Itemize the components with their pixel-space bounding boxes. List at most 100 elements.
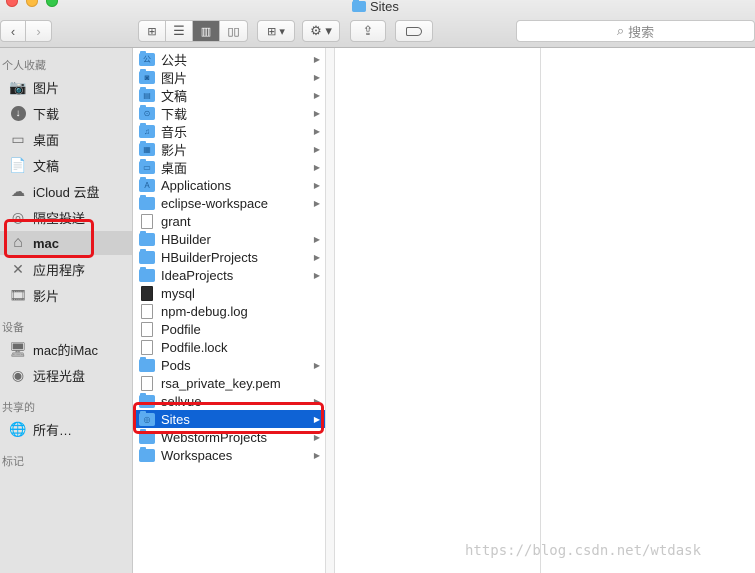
disclosure-arrow-icon: ▶ <box>313 108 320 118</box>
sidebar-item-remote-disc[interactable]: ◉ 远程光盘 <box>0 363 132 387</box>
list-item[interactable]: A Applications ▶ <box>133 176 325 194</box>
list-item[interactable]: Podfile.lock <box>133 338 325 356</box>
list-item-label: HBuilderProjects <box>161 249 258 265</box>
sidebar-item-label: 文稿 <box>33 158 60 174</box>
list-item-label: rsa_private_key.pem <box>161 375 281 391</box>
list-item[interactable]: Pods ▶ <box>133 356 325 374</box>
list-item[interactable]: grant <box>133 212 325 230</box>
folder-icon: ▦ <box>139 140 155 156</box>
folder-badge-icon: ▦ <box>143 144 151 154</box>
sidebar-item-desktop[interactable]: ▭ 桌面 <box>0 127 132 151</box>
forward-button[interactable]: › <box>26 21 51 41</box>
list-item[interactable]: mysql <box>133 284 325 302</box>
icon-view-button[interactable]: ⊞ <box>139 21 166 41</box>
list-item[interactable]: Workspaces ▶ <box>133 446 325 464</box>
disc-icon: ◉ <box>11 366 25 383</box>
list-item-label: Pods <box>161 357 191 373</box>
annotation-highlight-mac <box>4 219 94 258</box>
list-item-label: 文稿 <box>161 88 188 104</box>
sidebar-item-label: 应用程序 <box>33 262 86 278</box>
action-button[interactable]: ⚙ ▾ <box>302 20 340 42</box>
sidebar-item-applications[interactable]: ✕ 应用程序 <box>0 257 132 281</box>
film-icon: 🎞 <box>9 286 27 303</box>
folder-icon: ▭ <box>139 158 155 174</box>
nav-buttons: ‹ › <box>0 20 52 42</box>
sidebar-item-imac[interactable]: 🖥 mac的iMac <box>0 337 132 361</box>
folder-icon <box>139 194 155 210</box>
back-button[interactable]: ‹ <box>1 21 27 41</box>
disclosure-arrow-icon: ▶ <box>313 360 320 370</box>
list-item[interactable]: eclipse-workspace ▶ <box>133 194 325 212</box>
list-item-label: 桌面 <box>161 160 188 176</box>
list-item[interactable]: ▤ 文稿 ▶ <box>133 86 325 104</box>
search-icon: ⌕ <box>616 23 625 38</box>
list-item-label: 音乐 <box>161 124 188 140</box>
list-item-label: npm-debug.log <box>161 303 248 319</box>
file-icon <box>141 375 153 391</box>
search-placeholder: 搜索 <box>628 24 655 40</box>
sidebar-item-icloud[interactable]: ☁ iCloud 云盘 <box>0 179 132 203</box>
annotation-highlight-sites <box>133 402 324 434</box>
list-item[interactable]: ▭ 桌面 ▶ <box>133 158 325 176</box>
icon-view-icon: ⊞ <box>147 25 157 38</box>
sidebar-item-pictures[interactable]: 📷 图片 <box>0 75 132 99</box>
folder-icon: ⊙ <box>139 104 155 120</box>
list-item[interactable]: IdeaProjects ▶ <box>133 266 325 284</box>
sidebar-item-all-shared[interactable]: 🌐 所有… <box>0 417 132 441</box>
coverflow-view-button[interactable]: ▯▯ <box>220 21 247 41</box>
list-item[interactable]: Podfile <box>133 320 325 338</box>
chevron-left-icon: ‹ <box>10 23 16 39</box>
share-button[interactable]: ⇪ <box>350 20 386 42</box>
search-field[interactable]: ⌕ 搜索 <box>516 20 755 42</box>
folder-icon <box>139 230 155 246</box>
tag-icon <box>406 26 422 36</box>
list-item[interactable]: ◙ 图片 ▶ <box>133 68 325 86</box>
disclosure-arrow-icon: ▶ <box>313 450 320 460</box>
list-item[interactable]: npm-debug.log <box>133 302 325 320</box>
tag-button[interactable] <box>395 20 433 42</box>
cloud-icon: ☁ <box>11 182 25 199</box>
list-item[interactable]: ⊙ 下载 ▶ <box>133 104 325 122</box>
sidebar-item-downloads[interactable]: ↓ 下载 <box>0 101 132 125</box>
list-item[interactable]: rsa_private_key.pem <box>133 374 325 392</box>
list-item-label: mysql <box>161 285 195 301</box>
group-button[interactable]: ⊞ ▾ <box>257 20 295 42</box>
desktop-icon: ▭ <box>11 130 25 147</box>
folder-icon <box>139 248 155 264</box>
column-view-icon: ▥ <box>200 25 212 38</box>
view-mode-segmented: ⊞ ☰ ▥ ▯▯ <box>138 20 248 42</box>
browser-column-empty <box>541 48 755 573</box>
traffic-lights <box>0 0 60 12</box>
sidebar-item-label: 所有… <box>33 422 73 438</box>
list-item-label: Podfile <box>161 321 201 337</box>
gear-icon: ⚙ ▾ <box>310 23 332 38</box>
download-icon: ↓ <box>9 105 27 121</box>
sidebar-item-label: 下载 <box>33 106 60 122</box>
sidebar-section-shared: 共享的 <box>2 402 35 414</box>
list-view-icon: ☰ <box>173 23 185 38</box>
sidebar-item-label: 影片 <box>33 288 60 304</box>
list-item[interactable]: ▦ 影片 ▶ <box>133 140 325 158</box>
sidebar-section-tags: 标记 <box>2 456 24 468</box>
share-icon: ⇪ <box>362 23 374 38</box>
list-item[interactable]: ♫ 音乐 ▶ <box>133 122 325 140</box>
list-item-label: eclipse-workspace <box>161 195 268 211</box>
minimize-button[interactable] <box>26 0 38 7</box>
list-item[interactable]: 公公共 ▶ <box>133 50 325 68</box>
list-item[interactable]: HBuilder ▶ <box>133 230 325 248</box>
list-item[interactable]: HBuilderProjects ▶ <box>133 248 325 266</box>
list-view-button[interactable]: ☰ <box>166 21 193 41</box>
sidebar-item-movies[interactable]: 🎞 影片 <box>0 283 132 307</box>
list-item-label: grant <box>161 213 191 229</box>
list-item-label: Applications <box>161 177 232 193</box>
zoom-button[interactable] <box>46 0 58 7</box>
disclosure-arrow-icon: ▶ <box>313 90 320 100</box>
column-resize-strip[interactable] <box>326 48 335 573</box>
disclosure-arrow-icon: ▶ <box>313 198 320 208</box>
column-view-button[interactable]: ▥ <box>193 21 220 41</box>
sidebar-item-documents[interactable]: 📄 文稿 <box>0 153 132 177</box>
list-item-label: 影片 <box>161 142 188 158</box>
close-button[interactable] <box>6 0 18 7</box>
list-item-label: 下载 <box>161 106 188 122</box>
disclosure-arrow-icon: ▶ <box>313 54 320 64</box>
